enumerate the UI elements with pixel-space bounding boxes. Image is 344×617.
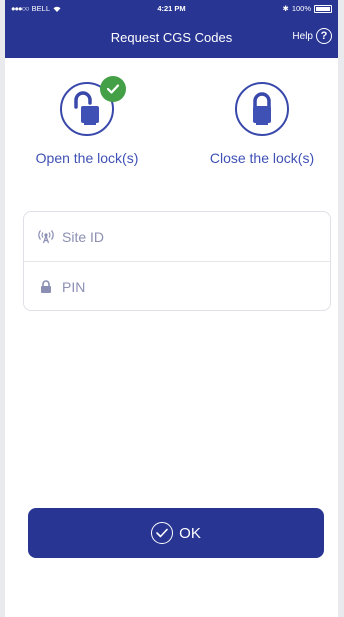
- status-right: ✱ 100%: [283, 4, 332, 13]
- header: ●●●○○ BELL 4:21 PM ✱ 100% Request CGS Co…: [5, 0, 338, 58]
- close-lock-label: Close the lock(s): [209, 150, 315, 166]
- help-icon: ?: [316, 28, 332, 44]
- site-id-placeholder: Site ID: [62, 228, 105, 245]
- close-lock-option[interactable]: Close the lock(s): [182, 82, 338, 166]
- site-id-field[interactable]: Site ID: [24, 212, 330, 262]
- unlocked-padlock-icon: [74, 91, 99, 125]
- antenna-icon: [36, 229, 56, 244]
- lock-icon: [36, 280, 56, 293]
- page-title: Request CGS Codes: [110, 30, 233, 45]
- check-icon: [100, 76, 126, 102]
- locked-padlock-icon: [253, 92, 271, 125]
- open-lock-option[interactable]: Open the lock(s): [7, 76, 167, 166]
- open-lock-circle: [60, 76, 126, 136]
- bluetooth-icon: ✱: [282, 4, 289, 13]
- ok-button[interactable]: OK: [28, 508, 324, 558]
- check-circle-icon: [151, 522, 174, 544]
- lock-options: Open the lock(s) Close the lock(s): [5, 76, 338, 192]
- help-label: Help: [292, 30, 313, 42]
- credentials-form: Site ID PIN: [23, 211, 331, 311]
- close-lock-circle: [235, 82, 289, 136]
- nav-bar: Request CGS Codes Help ?: [5, 18, 338, 58]
- pin-placeholder: PIN: [62, 278, 86, 295]
- battery-icon: [314, 4, 332, 13]
- open-lock-label: Open the lock(s): [35, 150, 139, 166]
- help-button[interactable]: Help ?: [292, 28, 332, 44]
- status-bar: ●●●○○ BELL 4:21 PM ✱ 100%: [5, 0, 338, 18]
- battery-percent: 100%: [291, 4, 311, 13]
- ok-label: OK: [179, 524, 201, 542]
- pin-field[interactable]: PIN: [24, 262, 330, 311]
- app-screen: ●●●○○ BELL 4:21 PM ✱ 100% Request CGS Co…: [5, 0, 338, 617]
